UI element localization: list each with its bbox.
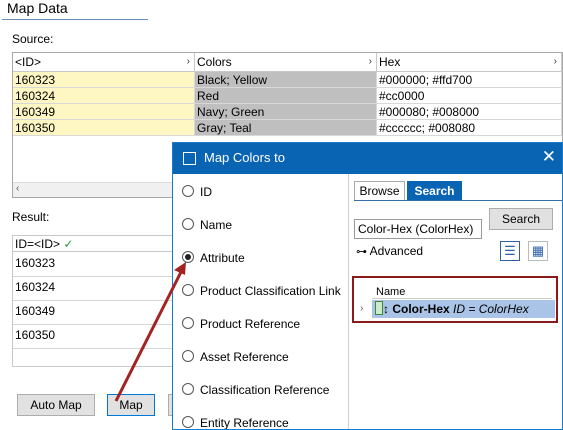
- auto-map-button[interactable]: Auto Map: [17, 394, 95, 416]
- list-item[interactable]: 160323: [13, 253, 183, 277]
- radio-button[interactable]: [182, 383, 194, 395]
- expand-chevron-icon[interactable]: ›: [360, 300, 363, 318]
- option-label: ID: [200, 185, 212, 199]
- hex-cell: #000000; #ffd700: [377, 72, 562, 88]
- colors-cell: Navy; Green: [195, 104, 377, 120]
- column-label: Hex: [379, 55, 401, 69]
- radio-button-selected[interactable]: [182, 251, 194, 263]
- column-label: Colors: [197, 55, 232, 69]
- list-item[interactable]: 160349: [13, 301, 183, 325]
- column-label: <ID>: [15, 55, 42, 69]
- id-cell: 160324: [13, 88, 195, 104]
- result-header-label: ID=<ID>: [15, 237, 61, 251]
- result-name: Color-Hex: [392, 302, 450, 316]
- option-label: Classification Reference: [200, 383, 330, 397]
- attribute-icon: [375, 301, 383, 315]
- id-cell: 160350: [13, 120, 195, 136]
- option-label: Asset Reference: [200, 350, 289, 364]
- option-label: Name: [200, 218, 233, 232]
- table-row[interactable]: 160350 Gray; Teal #cccccc; #008080: [13, 120, 562, 136]
- radio-button[interactable]: [182, 416, 194, 428]
- list-item[interactable]: 160324: [13, 277, 183, 301]
- search-button[interactable]: Search: [489, 208, 553, 230]
- dialog-title: Map Colors to: [204, 150, 285, 165]
- table-row[interactable]: 160324 Red #cc0000: [13, 88, 562, 104]
- hex-cell: #cc0000: [377, 88, 562, 104]
- result-label: Result:: [12, 210, 50, 224]
- column-header-colors[interactable]: Colors ›: [195, 53, 377, 71]
- id-cell: 160349: [13, 104, 195, 120]
- column-header-hex[interactable]: Hex ›: [377, 53, 562, 71]
- option-label: Entity Reference: [200, 416, 289, 430]
- key-icon: ⊶: [356, 246, 367, 258]
- option-label: Attribute: [200, 251, 245, 265]
- results-column-header: Name: [372, 285, 552, 299]
- table-row[interactable]: 160349 Navy; Green #000080; #008000: [13, 104, 562, 120]
- tab-bar: Browse Search: [354, 181, 562, 201]
- radio-button[interactable]: [182, 350, 194, 362]
- search-input[interactable]: Color-Hex (ColorHex): [354, 219, 482, 239]
- search-results-highlight: Name › ↕ Color-Hex ID = ColorHex: [352, 276, 558, 323]
- map-button[interactable]: Map: [107, 394, 155, 416]
- detail-view-icon[interactable]: ▦: [528, 241, 548, 261]
- tab-browse[interactable]: Browse: [354, 181, 405, 200]
- radio-button[interactable]: [182, 284, 194, 296]
- page-title: Map Data: [7, 0, 68, 16]
- list-view-icon[interactable]: ☰: [500, 241, 520, 261]
- map-colors-dialog: Map Colors to ✕ ID Name Attribute Produc…: [172, 142, 563, 430]
- window-icon: [183, 152, 196, 165]
- colors-cell: Black; Yellow: [195, 72, 377, 88]
- radio-button[interactable]: [182, 185, 194, 197]
- source-table-header: <ID> › Colors › Hex ›: [13, 53, 562, 72]
- hex-cell: #cccccc; #008080: [377, 120, 562, 136]
- column-header-id[interactable]: <ID> ›: [13, 53, 195, 71]
- table-row[interactable]: 160323 Black; Yellow #000000; #ffd700: [13, 72, 562, 88]
- advanced-label: Advanced: [369, 244, 424, 258]
- check-icon: ✓: [63, 237, 74, 251]
- colors-cell: Red: [195, 88, 377, 104]
- chevron-right-icon: ›: [553, 56, 557, 67]
- result-detail: ID = ColorHex: [453, 302, 529, 316]
- chevron-left-icon[interactable]: ‹: [16, 183, 19, 194]
- advanced-toggle[interactable]: ⊶ Advanced: [356, 244, 423, 259]
- horizontal-scrollbar[interactable]: ‹: [13, 182, 188, 197]
- result-table-header[interactable]: ID=<ID> ✓: [13, 236, 183, 252]
- colors-cell: Gray; Teal: [195, 120, 377, 136]
- dialog-titlebar[interactable]: Map Colors to ✕: [173, 143, 562, 174]
- hex-cell: #000080; #008000: [377, 104, 562, 120]
- search-result-item[interactable]: ↕ Color-Hex ID = ColorHex: [372, 300, 555, 318]
- id-cell: 160323: [13, 72, 195, 88]
- chevron-right-icon: ›: [368, 56, 372, 67]
- radio-button[interactable]: [182, 218, 194, 230]
- option-label: Product Reference: [200, 317, 301, 331]
- chevron-right-icon: ›: [186, 56, 190, 67]
- tab-search[interactable]: Search: [407, 181, 462, 200]
- title-underline: [2, 19, 148, 20]
- target-type-options: ID Name Attribute Product Classification…: [173, 174, 349, 430]
- source-label: Source:: [12, 32, 54, 46]
- result-table: ID=<ID> ✓ 160323 160324 160349 160350: [12, 235, 184, 367]
- radio-button[interactable]: [182, 317, 194, 329]
- option-label: Product Classification Link: [200, 284, 341, 298]
- close-icon[interactable]: ✕: [542, 147, 556, 167]
- list-item[interactable]: 160350: [13, 325, 183, 349]
- sort-icon: ↕: [383, 302, 389, 316]
